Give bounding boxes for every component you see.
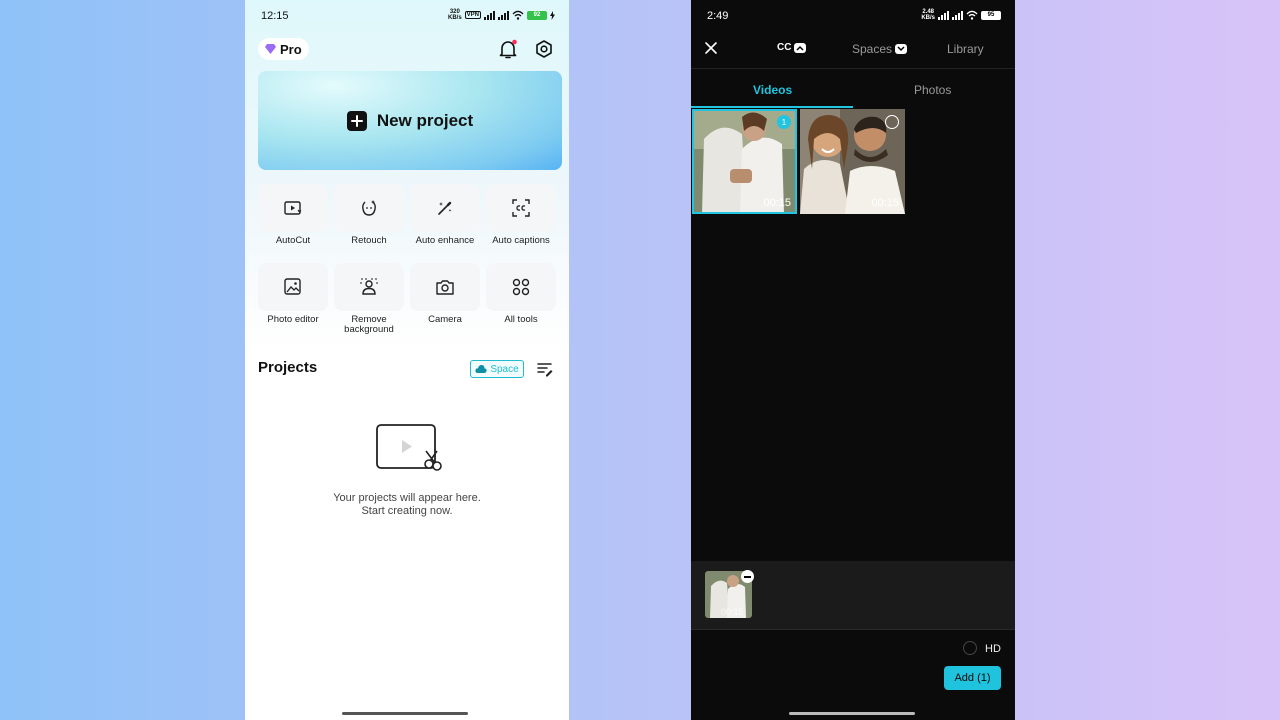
status-bar: 2:49 2.48 KB/s 95	[691, 0, 1015, 32]
projects-title: Projects	[258, 359, 318, 376]
space-button[interactable]: Space	[470, 360, 524, 378]
left-phone-screen: 12:15 320 KB/s VPN 92 Pro New project Au…	[245, 0, 569, 720]
vpn-icon: VPN	[464, 11, 481, 19]
video-thumbnail[interactable]: 00:15	[800, 109, 905, 214]
close-button[interactable]	[703, 40, 719, 56]
tool-autocut[interactable]: AutoCut	[258, 184, 328, 246]
tool-label: Retouch	[351, 235, 387, 246]
tool-remove-background[interactable]: Remove background	[334, 263, 404, 335]
remove-clip-button[interactable]	[741, 570, 754, 583]
tool-label: Remove background	[344, 314, 394, 335]
chevron-up-icon	[794, 42, 807, 53]
tab-spaces[interactable]: Spaces	[852, 42, 908, 56]
autocut-icon	[284, 201, 302, 215]
status-time: 12:15	[261, 10, 289, 22]
select-circle[interactable]	[885, 115, 899, 129]
magic-wand-icon	[438, 201, 452, 215]
tool-label: Camera	[428, 314, 462, 325]
chevron-down-icon	[895, 44, 908, 54]
notifications-button[interactable]	[497, 38, 519, 60]
wifi-icon	[512, 10, 524, 20]
bell-icon	[499, 39, 517, 59]
wifi-icon	[966, 10, 978, 20]
network-speed: 2.48 KB/s	[921, 9, 935, 21]
tool-photo-editor[interactable]: Photo editor	[258, 263, 328, 325]
video-duration: 00:15	[871, 197, 899, 209]
video-thumbnail[interactable]: 1 00:15	[692, 109, 797, 214]
retouch-icon	[362, 200, 376, 216]
tab-cc-label: CC	[777, 42, 792, 53]
signal-icon	[952, 10, 963, 20]
tab-library-label: Library	[947, 42, 984, 56]
tool-label: Photo editor	[267, 314, 319, 325]
empty-projects-text: Your projects will appear here.	[333, 492, 481, 504]
charging-icon	[550, 10, 555, 20]
video-duration: 00:15	[763, 197, 791, 209]
close-icon	[705, 42, 717, 54]
tool-auto-captions[interactable]: Auto captions	[486, 184, 556, 246]
grid-icon	[512, 278, 530, 296]
battery-icon: 95	[981, 10, 1001, 20]
add-button[interactable]: Add (1)	[944, 666, 1001, 690]
pro-label: Pro	[280, 41, 302, 57]
tool-label: Auto enhance	[415, 235, 475, 246]
captions-icon	[512, 199, 530, 217]
active-tab-indicator	[691, 106, 853, 108]
tool-label: All tools	[504, 314, 538, 325]
settings-button[interactable]	[533, 38, 555, 60]
selected-tray: 00:15	[691, 561, 1015, 630]
tool-auto-enhance[interactable]: Auto enhance	[410, 184, 480, 246]
tab-spaces-label: Spaces	[852, 42, 893, 56]
camera-icon	[436, 280, 454, 295]
tab-photos[interactable]: Photos	[914, 83, 951, 97]
right-phone-screen: 2:49 2.48 KB/s 95 CC Spaces Library Vide…	[691, 0, 1015, 720]
diamond-icon	[265, 44, 276, 54]
pro-badge[interactable]: Pro	[258, 38, 309, 60]
photo-editor-icon	[284, 278, 301, 295]
tool-label: Auto captions	[492, 235, 550, 246]
battery-icon: 92	[527, 10, 547, 20]
tool-retouch[interactable]: Retouch	[334, 184, 404, 246]
cloud-icon	[475, 365, 487, 373]
home-indicator[interactable]	[342, 712, 468, 715]
minus-icon	[744, 575, 751, 578]
new-project-label: New project	[376, 110, 474, 130]
tab-library[interactable]: Library	[947, 42, 984, 56]
network-speed: 320 KB/s	[447, 9, 462, 21]
new-project-button[interactable]: New project	[258, 71, 562, 170]
selection-badge: 1	[777, 115, 791, 129]
tab-videos[interactable]: Videos	[753, 83, 792, 97]
status-bar: 12:15 320 KB/s VPN 92	[245, 0, 569, 32]
signal-icon	[938, 10, 949, 20]
tool-all-tools[interactable]: All tools	[486, 263, 556, 325]
hd-label: HD	[985, 643, 1001, 655]
signal-icon	[484, 10, 495, 20]
hd-toggle[interactable]	[963, 641, 977, 655]
tab-cc[interactable]: CC	[777, 42, 807, 53]
tool-label: AutoCut	[275, 235, 311, 246]
gear-icon	[536, 40, 552, 58]
empty-projects-icon	[376, 424, 442, 471]
empty-projects-subtext: Start creating now.	[361, 505, 453, 517]
manage-projects-button[interactable]	[537, 361, 553, 377]
remove-background-icon	[360, 278, 378, 295]
home-indicator[interactable]	[789, 712, 915, 715]
selected-clip-duration: 00:15	[721, 607, 744, 617]
space-label: Space	[490, 363, 519, 375]
signal-icon	[498, 10, 509, 20]
picker-header: CC Spaces Library	[691, 32, 1015, 69]
list-edit-icon	[537, 363, 553, 377]
tool-camera[interactable]: Camera	[410, 263, 480, 325]
plus-icon	[346, 110, 367, 131]
status-time: 2:49	[707, 10, 729, 22]
